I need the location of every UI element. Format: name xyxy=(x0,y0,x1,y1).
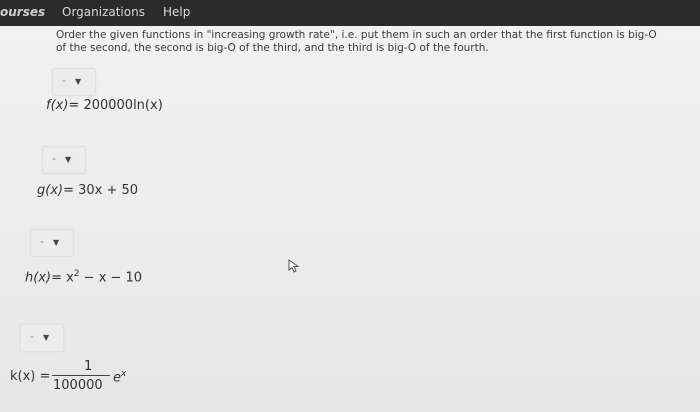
function-h-rhs-a: = x xyxy=(51,270,74,286)
function-k-base: e xyxy=(113,370,121,386)
chevron-down-icon: ▼ xyxy=(43,333,50,342)
top-navigation-bar: ourses Organizations Help xyxy=(0,0,700,26)
function-k-fraction: 1 100000 xyxy=(50,359,114,399)
nav-courses[interactable]: ourses xyxy=(0,5,45,19)
nav-organizations[interactable]: Organizations xyxy=(62,5,145,19)
order-select-f[interactable]: - ▼ xyxy=(52,68,96,96)
fraction-bar xyxy=(52,375,110,376)
function-k-denominator: 100000 xyxy=(53,378,103,393)
function-h-rhs-b: − x − 10 xyxy=(79,270,143,286)
question-instructions: Order the given functions in "increasing… xyxy=(56,29,696,55)
select-value: - xyxy=(40,235,44,248)
mouse-cursor-icon xyxy=(288,259,300,273)
select-value: - xyxy=(62,74,66,87)
function-k-numerator: 1 xyxy=(84,359,93,374)
chevron-down-icon: ▼ xyxy=(53,238,60,247)
function-f-lhs: f(x) xyxy=(46,98,69,113)
function-h-lhs: h(x) xyxy=(25,270,52,286)
function-h: h(x)= x2 − x − 10 xyxy=(25,269,142,285)
order-select-k[interactable]: - ▼ xyxy=(20,324,64,352)
nav-help[interactable]: Help xyxy=(163,5,190,19)
instructions-line-2: of the second, the second is big-O of th… xyxy=(56,42,489,54)
function-k-lhs: k(x) = xyxy=(10,369,51,384)
chevron-down-icon: ▼ xyxy=(65,155,72,164)
chevron-down-icon: ▼ xyxy=(75,77,82,86)
function-f-rhs: = 200000ln(x) xyxy=(68,98,163,113)
function-g-rhs: = 30x + 50 xyxy=(63,183,139,198)
function-k-exponent: x xyxy=(121,369,127,379)
instructions-line-1: Order the given functions in "increasing… xyxy=(56,29,657,41)
function-g-lhs: g(x) xyxy=(37,183,64,198)
order-select-h[interactable]: - ▼ xyxy=(30,229,74,257)
order-select-g[interactable]: - ▼ xyxy=(42,146,86,174)
select-value: - xyxy=(30,330,34,343)
function-g: g(x)= 30x + 50 xyxy=(37,183,138,198)
select-value: - xyxy=(52,152,56,165)
question-content: Order the given functions in "increasing… xyxy=(0,26,700,412)
function-k-exponential: ex xyxy=(113,369,126,385)
function-f: f(x)= 200000ln(x) xyxy=(46,98,163,113)
